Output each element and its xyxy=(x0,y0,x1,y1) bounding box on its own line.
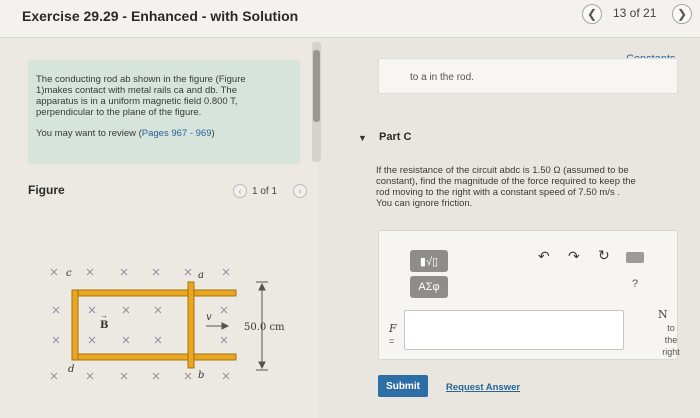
part-c-title[interactable]: Part C xyxy=(379,131,411,143)
figure-heading: Figure xyxy=(28,183,65,197)
keyboard-icon[interactable] xyxy=(626,252,644,263)
page-title: Exercise 29.29 - Enhanced - with Solutio… xyxy=(22,8,299,24)
variable-label: F xyxy=(389,322,397,335)
chevron-right-icon: › xyxy=(298,186,302,196)
review-pages-link[interactable]: Pages 967 - 969 xyxy=(142,128,212,139)
templates-label: ▮√▯ xyxy=(419,255,439,268)
review-prefix: You may want to review ( xyxy=(36,128,142,139)
figure-image: c a d b v B → 50.0 cm xyxy=(38,258,308,388)
symbols-label: ΑΣφ xyxy=(418,281,440,293)
question-line: constant), find the magnitude of the for… xyxy=(376,176,636,187)
figure-count: 1 of 1 xyxy=(252,186,278,197)
templates-button[interactable]: ▮√▯ xyxy=(410,250,448,272)
label-c: c xyxy=(66,268,72,279)
rod-rails-diagram: c a d b v B → 50.0 cm xyxy=(50,268,285,381)
top-bar: Exercise 29.29 - Enhanced - with Solutio… xyxy=(0,0,700,38)
chevron-right-icon: ❯ xyxy=(676,7,688,21)
figure-next-button[interactable]: › xyxy=(293,184,307,198)
vector-arrow-icon: → xyxy=(100,311,108,320)
exercise-position: 13 of 21 xyxy=(613,6,657,20)
velocity-arrow xyxy=(206,322,230,330)
part-c-question: If the resistance of the circuit abdc is… xyxy=(376,165,676,209)
problem-line: The conducting rod ab shown in the figur… xyxy=(36,74,246,85)
question-line: rod moving to the right with a constant … xyxy=(376,187,620,198)
help-button[interactable]: ? xyxy=(632,278,638,290)
label-B: B xyxy=(100,320,108,331)
reset-icon[interactable]: ↻ xyxy=(598,247,610,264)
scroll-thumb[interactable] xyxy=(313,50,320,122)
previous-answer-text: to a in the rod. xyxy=(410,72,474,83)
submit-button[interactable]: Submit xyxy=(378,375,428,397)
label-a: a xyxy=(198,270,204,281)
scrollbar[interactable] xyxy=(312,42,321,162)
chevron-left-icon: ❮ xyxy=(586,7,598,21)
label-b: b xyxy=(198,370,204,381)
label-v: v xyxy=(206,312,212,323)
problem-line: apparatus is in a uniform magnetic field… xyxy=(36,96,238,107)
previous-button[interactable]: ❮ xyxy=(582,4,602,24)
review-text: You may want to review (Pages 967 - 969) xyxy=(36,128,292,139)
symbols-button[interactable]: ΑΣφ xyxy=(410,276,448,298)
chevron-left-icon: ‹ xyxy=(238,186,242,196)
problem-statement: The conducting rod ab shown in the figur… xyxy=(28,60,300,164)
collapse-caret-icon[interactable]: ▼ xyxy=(358,133,367,143)
problem-line: 1)makes contact with metal rails ca and … xyxy=(36,85,238,96)
equals-sign: = xyxy=(389,336,395,346)
next-button[interactable]: ❯ xyxy=(672,4,692,24)
redo-icon[interactable]: ↷ xyxy=(568,248,580,265)
problem-text: The conducting rod ab shown in the figur… xyxy=(36,74,292,118)
review-suffix: ) xyxy=(211,128,215,139)
request-answer-link[interactable]: Request Answer xyxy=(446,382,520,393)
problem-line: perpendicular to the plane of the figure… xyxy=(36,107,202,118)
metal-rails xyxy=(71,289,237,361)
unit-label: N xyxy=(658,308,668,321)
direction-note: to the right xyxy=(654,322,688,358)
label-length: 50.0 cm xyxy=(244,322,285,333)
note-line: right xyxy=(662,347,680,357)
undo-icon[interactable]: ↶ xyxy=(538,248,550,265)
question-line: If the resistance of the circuit abdc is… xyxy=(376,165,629,176)
figure-prev-button[interactable]: ‹ xyxy=(233,184,247,198)
note-line: the xyxy=(664,335,678,345)
label-d: d xyxy=(68,364,74,375)
rod-ab xyxy=(187,281,195,369)
note-line: to xyxy=(667,323,675,333)
question-line: You can ignore friction. xyxy=(376,198,473,209)
answer-input[interactable] xyxy=(404,310,624,350)
